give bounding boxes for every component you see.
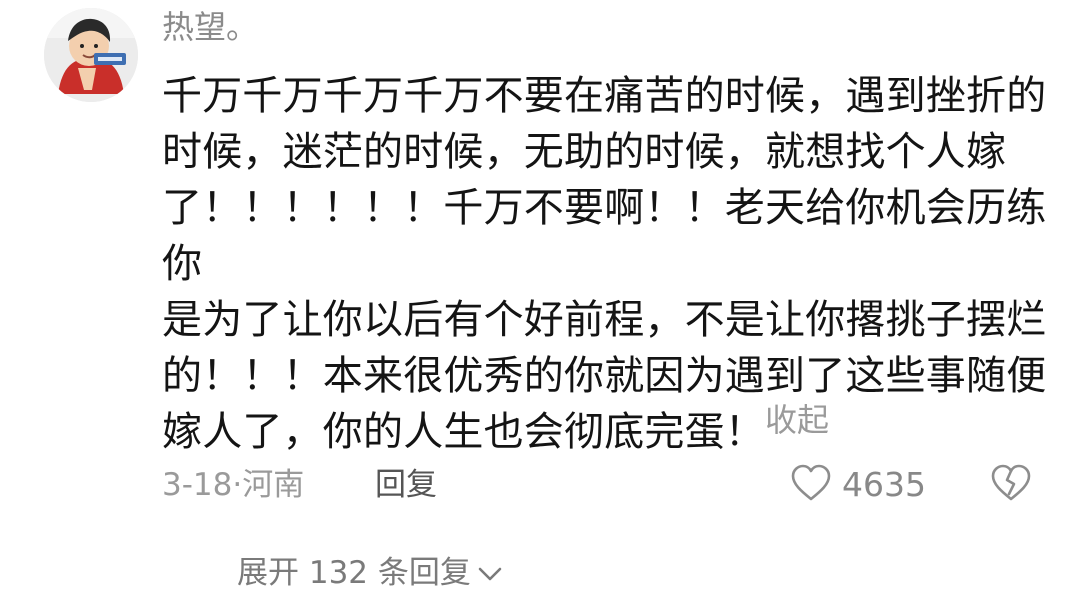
comment-meta: 3-18·河南 (162, 462, 304, 508)
comment-line: 时候，迷茫的时候，无助的时候，就想找个人嫁 (162, 129, 1007, 175)
comment-text: 千万千万千万千万不要在痛苦的时候，遇到挫折的 时候，迷茫的时候，无助的时候，就想… (162, 68, 1052, 460)
username[interactable]: 热望。 (162, 7, 258, 47)
comment-card: 热望。 千万千万千万千万不要在痛苦的时候，遇到挫折的 时候，迷茫的时候，无助的时… (0, 0, 1080, 591)
expand-replies-label: 展开 132 条回复 (237, 555, 471, 591)
comment-date: 3-18 (162, 467, 233, 503)
collapse-button[interactable]: 收起 (765, 398, 829, 442)
expand-replies-button[interactable]: 展开 132 条回复 (237, 553, 503, 593)
dislike-button[interactable] (990, 462, 1032, 508)
meta-separator: · (232, 467, 243, 503)
comment-location: 河南 (242, 467, 305, 503)
user-avatar[interactable] (44, 8, 138, 102)
comment-line: 的！！！本来很优秀的你就因为遇到了这些事随便 (162, 353, 1047, 399)
comment-line: 嫁人了，你的人生也会彻底完蛋！ (162, 409, 765, 455)
comment-line: 是为了让你以后有个好前程，不是让你撂挑子摆烂 (162, 297, 1047, 343)
broken-heart-icon (990, 464, 1032, 506)
chevron-down-icon (471, 553, 503, 593)
reply-button[interactable]: 回复 (375, 462, 437, 508)
heart-outline-icon (790, 464, 832, 506)
comment-line: 千万千万千万千万不要在痛苦的时候，遇到挫折的 (162, 73, 1047, 119)
like-button[interactable]: 4635 (790, 462, 926, 508)
like-count: 4635 (842, 465, 926, 504)
comment-line: 了！！！！！！千万不要啊！！老天给你机会历练你 (162, 185, 1047, 287)
